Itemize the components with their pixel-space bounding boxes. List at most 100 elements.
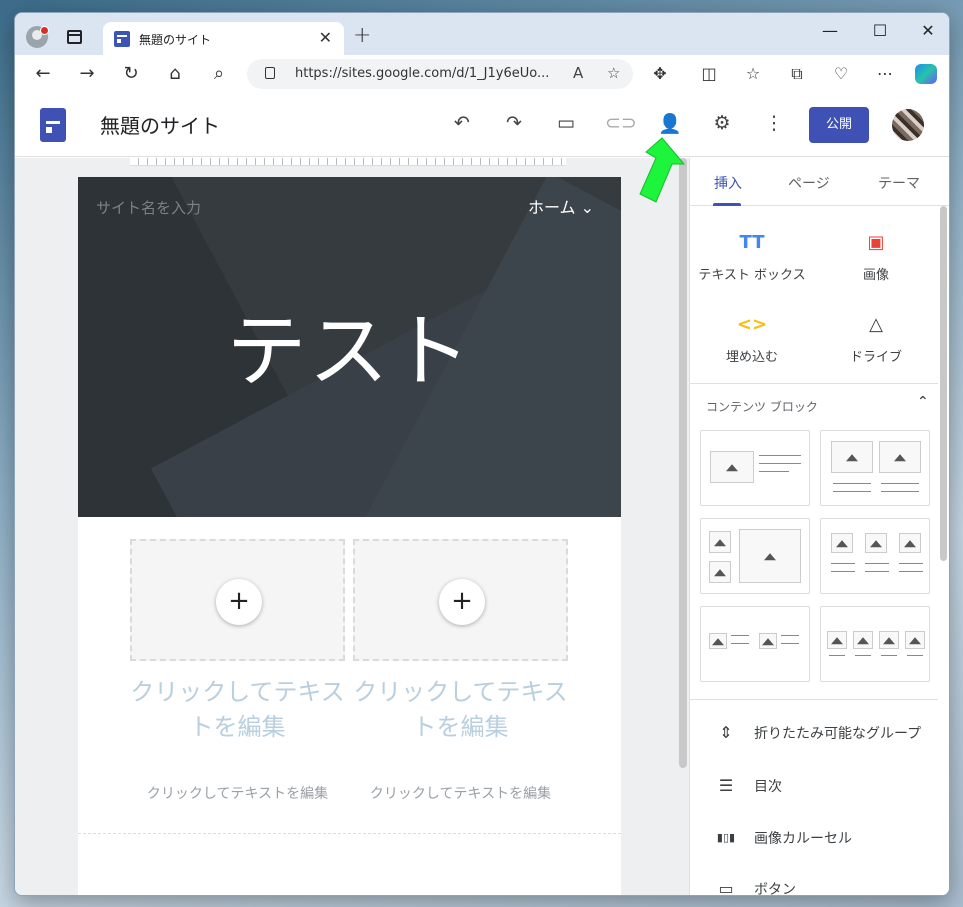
site-title[interactable]: 無題のサイト [100, 110, 220, 139]
insert-drive[interactable]: △ ドライブ [814, 314, 938, 365]
tab-insert[interactable]: 挿入 [714, 173, 742, 193]
hero-title[interactable]: テスト [78, 287, 621, 403]
site-name-field[interactable]: サイト名を入力 [96, 197, 201, 218]
link-icon[interactable]: ⊂⊃ [605, 112, 637, 134]
maximize-button[interactable]: ☐ [865, 21, 895, 40]
tab-actions-icon[interactable] [67, 30, 82, 44]
block-image-icon [879, 631, 899, 649]
url-text[interactable]: https://sites.google.com/d/1_J1y6eUo... [295, 66, 549, 81]
block-text-line [907, 655, 923, 656]
undo-icon[interactable]: ↶ [449, 112, 475, 134]
publish-button[interactable]: 公開 [809, 107, 869, 143]
lock-icon[interactable] [265, 67, 275, 79]
tab-bar: 無題のサイト ✕ + — ☐ ✕ [15, 13, 949, 55]
settings-gear-icon[interactable]: ⚙ [709, 112, 735, 134]
collections-icon[interactable]: ⧉ [786, 64, 808, 84]
insert-text-box[interactable]: TT テキスト ボックス [690, 232, 814, 283]
content-block-three-columns[interactable] [820, 518, 930, 594]
block-image-icon [709, 561, 731, 583]
extensions-icon[interactable]: ✥ [649, 64, 671, 83]
content-block-image-text-pair[interactable] [700, 606, 810, 682]
collapse-chevron-icon[interactable]: ⌃ [917, 394, 929, 410]
block-image-icon [709, 633, 727, 649]
preview-icon[interactable]: ▭ [553, 112, 579, 134]
share-add-person-icon[interactable]: 👤 [657, 112, 683, 135]
block-text-line [781, 635, 799, 636]
block-text-line [831, 571, 855, 572]
text-box-icon: TT [739, 232, 765, 253]
image-placeholder[interactable]: + [130, 539, 345, 661]
insert-image[interactable]: ▣ 画像 [814, 232, 938, 283]
insert-collapsible-group[interactable]: ⇕ 折りたたみ可能なグループ [690, 718, 938, 748]
sites-logo-icon[interactable] [40, 108, 66, 142]
reload-icon[interactable]: ↻ [119, 63, 143, 84]
omnibox[interactable]: https://sites.google.com/d/1_J1y6eUo... … [247, 59, 633, 89]
list-item-label: 目次 [754, 779, 782, 795]
button-icon: ▭ [718, 879, 734, 895]
account-avatar[interactable] [892, 109, 924, 141]
block-text-line [899, 571, 923, 572]
insert-embed[interactable]: <> 埋め込む [690, 314, 814, 365]
header-section[interactable]: サイト名を入力 ホーム ⌄ テスト [78, 177, 621, 517]
split-screen-icon[interactable]: ◫ [698, 64, 720, 83]
add-image-button[interactable]: + [439, 579, 485, 625]
minimize-button[interactable]: — [815, 21, 845, 40]
new-tab-button[interactable]: + [353, 23, 371, 48]
list-item-label: ボタン [754, 882, 796, 895]
content-block-two-images[interactable] [820, 430, 930, 506]
content-block-gallery[interactable] [700, 518, 810, 594]
insert-item-label: 画像 [862, 268, 889, 283]
block-text-line [833, 491, 871, 492]
image-placeholder[interactable]: + [353, 539, 568, 661]
column-body-text[interactable]: クリックしてテキストを編集 [353, 783, 568, 803]
insert-table-of-contents[interactable]: ☰ 目次 [690, 771, 938, 801]
column-heading[interactable]: クリックしてテキストを編集 [353, 675, 568, 745]
close-window-button[interactable]: ✕ [913, 21, 943, 40]
insert-item-label: 埋め込む [725, 350, 778, 365]
block-image-icon [710, 451, 754, 483]
table-of-contents-icon: ☰ [718, 776, 734, 795]
drive-icon: △ [869, 314, 883, 335]
block-text-line [855, 655, 871, 656]
tab-themes[interactable]: テーマ [878, 173, 920, 193]
ruler [130, 158, 566, 166]
block-text-line [731, 643, 749, 644]
insert-image-carousel[interactable]: ▮▯▮ 画像カルーセル [690, 823, 938, 853]
address-bar: ← → ↻ ⌂ ⌕ https://sites.google.com/d/1_J… [15, 55, 949, 93]
read-aloud-icon[interactable]: A [573, 64, 583, 82]
column-body-text[interactable]: クリックしてテキストを編集 [130, 783, 345, 803]
favorites-icon[interactable]: ☆ [742, 64, 764, 83]
browser-tab[interactable]: 無題のサイト ✕ [103, 22, 344, 55]
redo-icon[interactable]: ↷ [501, 112, 527, 134]
block-image-icon [739, 529, 801, 583]
block-image-icon [827, 631, 847, 649]
more-menu-icon[interactable]: ⋯ [874, 64, 896, 83]
block-text-line [731, 635, 749, 636]
favorite-star-icon[interactable]: ☆ [607, 64, 620, 82]
forward-icon[interactable]: → [75, 63, 99, 84]
column-heading[interactable]: クリックしてテキストを編集 [130, 675, 345, 745]
more-vert-icon[interactable]: ⋮ [761, 112, 787, 134]
tab-pages[interactable]: ページ [788, 173, 830, 193]
block-image-icon [759, 633, 777, 649]
panel-scrollbar[interactable] [940, 206, 947, 561]
editor-header: 無題のサイト ↶ ↷ ▭ ⊂⊃ 👤 ⚙ ⋮ 公開 [15, 93, 949, 157]
tab-close-icon[interactable]: ✕ [319, 28, 332, 47]
home-nav-dropdown[interactable]: ホーム ⌄ [528, 194, 594, 218]
content-block-four-columns[interactable] [820, 606, 930, 682]
canvas-scrollbar[interactable] [679, 158, 687, 768]
add-image-button[interactable]: + [216, 579, 262, 625]
search-icon[interactable]: ⌕ [207, 63, 231, 84]
block-text-line [759, 471, 789, 472]
list-item-label: 折りたたみ可能なグループ [754, 726, 922, 742]
home-icon[interactable]: ⌂ [163, 63, 187, 84]
embed-code-icon: <> [736, 314, 768, 335]
content-column: + クリックしてテキストを編集 クリックしてテキストを編集 [353, 539, 568, 803]
block-image-icon [865, 533, 887, 553]
content-block-image-text[interactable] [700, 430, 810, 506]
back-icon[interactable]: ← [31, 63, 55, 84]
insert-button[interactable]: ▭ ボタン [690, 874, 938, 895]
copilot-icon[interactable] [915, 64, 937, 84]
browser-essentials-icon[interactable]: ♡ [830, 64, 852, 83]
collapsible-group-icon: ⇕ [719, 723, 733, 742]
